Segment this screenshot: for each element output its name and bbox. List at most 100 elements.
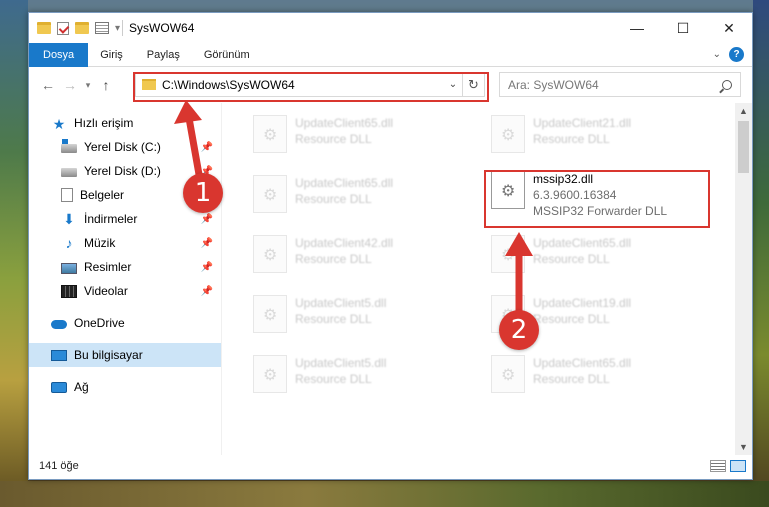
file-item[interactable]: UpdateClient65.dll Resource DLL — [247, 169, 467, 221]
file-item[interactable]: UpdateClient65.dll Resource DLL — [247, 109, 467, 161]
dll-file-icon — [253, 115, 287, 153]
search-box[interactable]: Ara: SysWOW64 — [499, 72, 741, 97]
sidebar-item-music[interactable]: ♪ Müzik 📌 — [61, 231, 214, 255]
desktop-wallpaper-bottom — [0, 481, 769, 507]
ribbon-right: ⌄ ? — [713, 47, 752, 62]
file-item[interactable]: UpdateClient5.dll Resource DLL — [247, 289, 467, 341]
window-controls: — ☐ ✕ — [614, 13, 752, 43]
file-description: Resource DLL — [533, 252, 610, 266]
up-button[interactable]: ↑ — [95, 77, 117, 93]
file-description: Resource DLL — [295, 132, 372, 146]
file-description: Resource DLL — [295, 372, 372, 386]
vertical-scrollbar[interactable]: ▲ ▼ — [735, 103, 752, 455]
large-icons-view-icon[interactable] — [730, 460, 746, 472]
file-item[interactable]: UpdateClient21.dll Resource DLL — [485, 109, 705, 161]
file-item[interactable]: UpdateClient42.dll Resource DLL — [247, 229, 467, 281]
pin-icon: 📌 — [200, 285, 213, 297]
desktop-wallpaper-left — [0, 0, 28, 507]
navigation-pane: ★ Hızlı erişim Yerel Disk (C:) 📌 Yerel D… — [29, 103, 221, 455]
file-description: Resource DLL — [295, 192, 372, 206]
dll-file-icon — [491, 355, 525, 393]
downloads-icon: ⬇ — [63, 211, 75, 227]
maximize-button[interactable]: ☐ — [660, 13, 706, 43]
scroll-up-icon[interactable]: ▲ — [735, 103, 752, 119]
forward-button[interactable]: → — [59, 77, 81, 93]
file-item[interactable]: UpdateClient5.dll Resource DLL — [247, 349, 467, 401]
file-list: UpdateClient65.dll Resource DLL UpdateCli… — [229, 103, 735, 455]
documents-icon — [61, 188, 73, 202]
sidebar-item-network[interactable]: Ağ — [51, 375, 211, 399]
pin-icon: 📌 — [200, 237, 213, 249]
sidebar-item-downloads[interactable]: ⬇ İndirmeler 📌 — [61, 207, 213, 231]
sidebar-item-this-pc[interactable]: Bu bilgisayar — [29, 343, 221, 367]
drive-d-icon — [61, 168, 77, 177]
view-switcher — [710, 460, 752, 472]
chevron-down-icon[interactable]: ⌄ — [713, 49, 721, 60]
pin-icon: 📌 — [200, 213, 213, 225]
sidebar-item-label: Bu bilgisayar — [74, 348, 143, 362]
minimize-button[interactable]: — — [614, 13, 660, 43]
pin-icon: 📌 — [200, 261, 213, 273]
tab-home[interactable]: Giriş — [88, 43, 135, 67]
file-name: UpdateClient65.dll — [533, 236, 632, 250]
file-name: UpdateClient65.dll — [295, 176, 394, 190]
file-name: UpdateClient65.dll — [295, 116, 394, 130]
sidebar-item-label: Hızlı erişim — [74, 116, 134, 130]
dll-file-icon — [253, 355, 287, 393]
file-name: UpdateClient21.dll — [533, 116, 632, 130]
desktop-wallpaper-right — [753, 0, 769, 507]
close-button[interactable]: ✕ — [706, 13, 752, 43]
help-icon[interactable]: ? — [729, 47, 744, 62]
sidebar-item-label: Resimler — [84, 260, 132, 274]
step-1-badge: 1 — [183, 173, 223, 213]
file-description: Resource DLL — [533, 312, 610, 326]
customize-toolbar-icon[interactable]: ▾ — [115, 23, 120, 34]
content-area: ★ Hızlı erişim Yerel Disk (C:) 📌 Yerel D… — [29, 103, 752, 455]
ribbon-tabs: Dosya Giriş Paylaş Görünüm ⌄ ? — [29, 42, 752, 67]
recent-locations-button[interactable]: ▾ — [81, 80, 95, 91]
tab-share[interactable]: Paylaş — [135, 43, 192, 67]
title-separator — [122, 20, 124, 36]
folder-icon — [37, 22, 51, 34]
sidebar-item-label: Ağ — [74, 380, 89, 394]
onedrive-icon — [51, 320, 67, 329]
file-description: Resource DLL — [533, 372, 610, 386]
sidebar-item-onedrive[interactable]: OneDrive — [51, 311, 211, 335]
tab-view[interactable]: Görünüm — [192, 43, 262, 67]
dll-file-icon — [253, 235, 287, 273]
status-bar: 141 öğe — [29, 453, 752, 479]
properties-check-icon[interactable] — [57, 21, 69, 35]
file-item[interactable]: UpdateClient65.dll Resource DLL — [485, 349, 705, 401]
file-description: Resource DLL — [533, 132, 610, 146]
title-bar: ▾ SysWOW64 — ☐ ✕ — [29, 13, 752, 43]
sidebar-item-drive-c[interactable]: Yerel Disk (C:) 📌 — [61, 135, 213, 159]
sidebar-item-pictures[interactable]: Resimler 📌 — [61, 255, 213, 279]
file-item[interactable]: UpdateClient65.dll Resource DLL — [485, 229, 705, 281]
sidebar-item-quick-access[interactable]: ★ Hızlı erişim — [51, 111, 201, 135]
properties-icon[interactable] — [95, 22, 109, 34]
music-icon: ♪ — [65, 235, 73, 251]
pane-divider[interactable] — [221, 103, 222, 455]
file-name: UpdateClient65.dll — [533, 356, 632, 370]
pin-icon: 📌 — [200, 141, 213, 153]
dll-file-icon — [253, 295, 287, 333]
sidebar-item-label: Yerel Disk (C:) — [84, 140, 161, 154]
sidebar-item-label: Müzik — [84, 236, 116, 250]
drive-c-icon — [61, 139, 77, 153]
details-view-icon[interactable] — [710, 460, 726, 472]
file-description: Resource DLL — [295, 312, 372, 326]
scrollbar-thumb[interactable] — [738, 121, 749, 173]
network-icon — [51, 382, 67, 393]
videos-icon — [61, 284, 77, 298]
sidebar-item-label: İndirmeler — [84, 212, 138, 226]
file-name: UpdateClient5.dll — [295, 356, 387, 370]
step-2-badge: 2 — [499, 310, 539, 350]
tab-file[interactable]: Dosya — [29, 42, 89, 67]
sidebar-item-label: Videolar — [84, 284, 128, 298]
sidebar-item-videos[interactable]: Videolar 📌 — [61, 279, 213, 303]
item-count: 141 öğe — [39, 460, 79, 472]
star-icon: ★ — [52, 116, 66, 132]
back-button[interactable]: ← — [37, 77, 59, 93]
search-input[interactable]: Ara: SysWOW64 — [508, 78, 599, 92]
new-folder-icon[interactable] — [75, 22, 89, 34]
